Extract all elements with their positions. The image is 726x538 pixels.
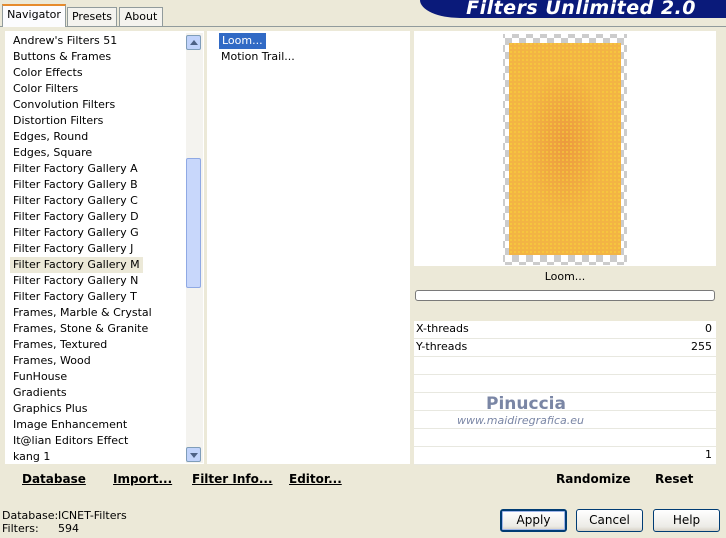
- param-label: Y-threads: [416, 340, 468, 353]
- category-item[interactable]: Gradients: [13, 385, 67, 401]
- category-item[interactable]: Color Effects: [13, 65, 83, 81]
- param-row[interactable]: 1: [414, 447, 716, 465]
- title-banner: Filters Unlimited 2.0: [420, 0, 726, 18]
- database-value: ICNET-Filters: [58, 509, 127, 522]
- param-row[interactable]: [414, 429, 716, 447]
- category-item[interactable]: Filter Factory Gallery G: [13, 225, 139, 241]
- database-button[interactable]: Database: [22, 472, 86, 486]
- apply-button[interactable]: Apply: [500, 509, 567, 532]
- category-item[interactable]: Filter Factory Gallery D: [13, 209, 139, 225]
- category-item[interactable]: Frames, Marble & Crystal: [13, 305, 152, 321]
- category-list[interactable]: Andrew's Filters 51 Buttons & Frames Color…: [5, 31, 204, 464]
- category-item[interactable]: Color Filters: [13, 81, 78, 97]
- category-item[interactable]: Edges, Square: [13, 145, 92, 161]
- filters-count-value: 594: [58, 522, 79, 535]
- param-row[interactable]: X-threads 0: [414, 321, 716, 339]
- param-row[interactable]: Y-threads 255: [414, 339, 716, 357]
- import-button[interactable]: Import...: [113, 472, 172, 486]
- category-item[interactable]: FunHouse: [13, 369, 67, 385]
- category-item[interactable]: Edges, Round: [13, 129, 88, 145]
- cancel-button[interactable]: Cancel: [576, 509, 643, 532]
- param-row[interactable]: [414, 375, 716, 393]
- randomize-button[interactable]: Randomize: [556, 472, 630, 486]
- scroll-thumb[interactable]: [186, 158, 201, 288]
- tab-about[interactable]: About: [119, 7, 163, 26]
- reset-button[interactable]: Reset: [655, 472, 693, 486]
- category-item[interactable]: Filter Factory Gallery M: [10, 257, 143, 273]
- scroll-down-button[interactable]: [186, 447, 201, 462]
- category-item[interactable]: Andrew's Filters 51: [13, 33, 117, 49]
- database-label: Database:: [2, 509, 59, 522]
- filters-count-label: Filters:: [2, 522, 39, 535]
- preview-area: [414, 31, 716, 266]
- category-item[interactable]: Frames, Stone & Granite: [13, 321, 148, 337]
- filter-item-motion-trail[interactable]: Motion Trail...: [221, 49, 295, 65]
- param-value[interactable]: 0: [705, 322, 712, 335]
- filter-item-loom[interactable]: Loom...: [219, 33, 266, 49]
- category-item[interactable]: Filter Factory Gallery T: [13, 289, 137, 305]
- category-item[interactable]: Graphics Plus: [13, 401, 87, 417]
- category-item[interactable]: Image Enhancement: [13, 417, 127, 433]
- tab-navigator[interactable]: Navigator: [2, 4, 66, 27]
- category-item[interactable]: Filter Factory Gallery A: [13, 161, 138, 177]
- category-item[interactable]: Buttons & Frames: [13, 49, 111, 65]
- preview-filter-name: Loom...: [544, 270, 586, 283]
- param-value[interactable]: 255: [691, 340, 712, 353]
- category-item[interactable]: Filter Factory Gallery J: [13, 241, 133, 257]
- param-row[interactable]: [414, 357, 716, 375]
- tab-presets[interactable]: Presets: [67, 7, 117, 26]
- preview-image: [503, 34, 627, 265]
- scroll-up-button[interactable]: [186, 35, 201, 50]
- category-scrollbar[interactable]: [186, 33, 203, 463]
- watermark-name: Pinuccia: [486, 394, 566, 414]
- filter-list[interactable]: Loom... Motion Trail...: [207, 31, 410, 464]
- category-item[interactable]: It@lian Editors Effect: [13, 433, 128, 449]
- category-item[interactable]: kang 1: [13, 449, 50, 465]
- param-label: X-threads: [416, 322, 469, 335]
- editor-button[interactable]: Editor...: [289, 472, 342, 486]
- category-item[interactable]: Filter Factory Gallery C: [13, 193, 138, 209]
- progress-bar: [415, 290, 715, 301]
- category-item[interactable]: Filter Factory Gallery B: [13, 177, 138, 193]
- category-item[interactable]: Filter Factory Gallery N: [13, 273, 138, 289]
- help-button[interactable]: Help: [653, 509, 720, 532]
- category-item[interactable]: Convolution Filters: [13, 97, 115, 113]
- category-item[interactable]: Distortion Filters: [13, 113, 103, 129]
- filter-info-button[interactable]: Filter Info...: [192, 472, 273, 486]
- param-value[interactable]: 1: [705, 448, 712, 461]
- category-item[interactable]: Frames, Textured: [13, 337, 107, 353]
- watermark-url: www.maidiregrafica.eu: [457, 414, 584, 427]
- category-item[interactable]: Frames, Wood: [13, 353, 91, 369]
- banner-title: Filters Unlimited 2.0: [466, 0, 696, 18]
- tab-divider: [0, 26, 726, 27]
